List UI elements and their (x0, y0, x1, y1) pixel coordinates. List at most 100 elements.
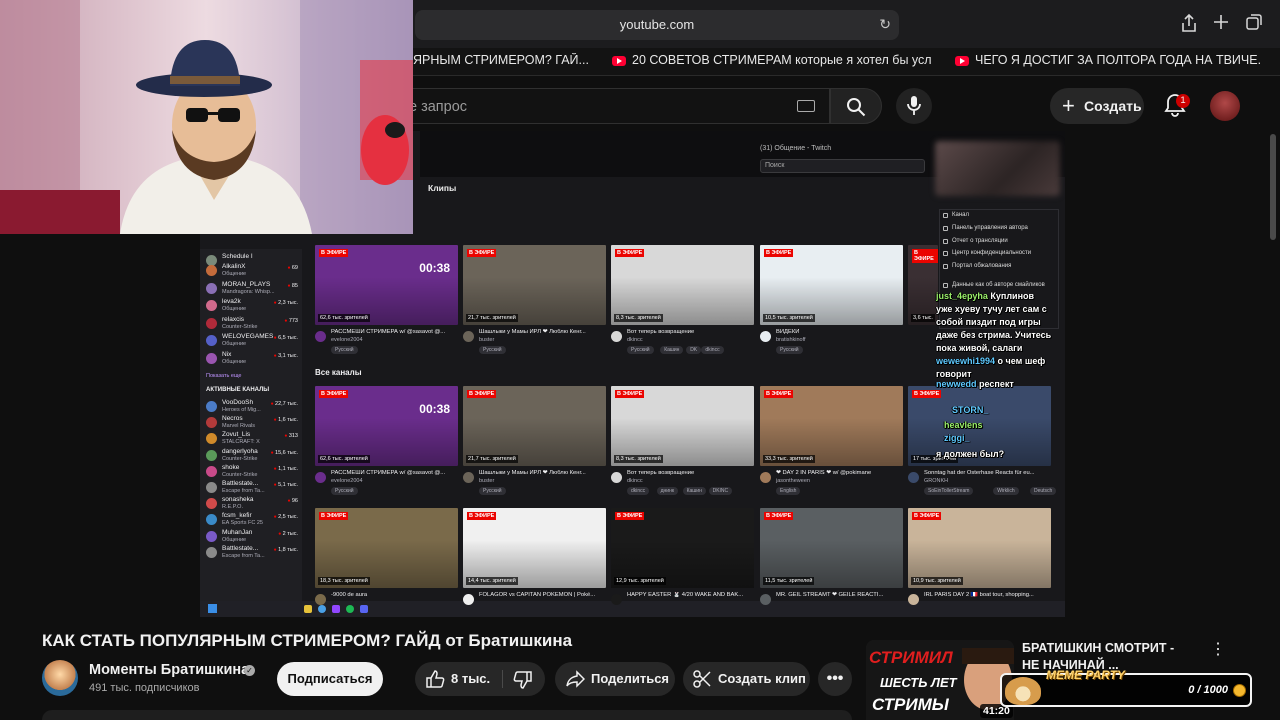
stream-tag[interactable]: Русский (479, 487, 506, 495)
stream-tag[interactable]: dkincc (701, 346, 724, 354)
share-icon[interactable] (1178, 13, 1200, 35)
context-menu-item[interactable]: Центр конфиденциальности (952, 250, 1031, 256)
streamer-avatar[interactable] (760, 331, 771, 342)
streamer-avatar[interactable] (908, 472, 919, 483)
stream-tag[interactable]: Русский (627, 346, 654, 354)
recommended-menu-icon[interactable]: ⋮ (1210, 640, 1226, 660)
stream-tag[interactable]: Deutsch (1030, 487, 1057, 495)
stream-channel[interactable]: evelone2004 (331, 478, 363, 484)
stream-thumbnail[interactable]: В ЭФИРЕ 10,5 тыс. зрителей (760, 245, 903, 325)
description-box[interactable] (42, 710, 852, 720)
stream-thumbnail[interactable]: В ЭФИРЕ 3,6 тыс. (908, 245, 938, 325)
stream-tag[interactable]: днинк (656, 487, 679, 495)
sidebar-channel[interactable]: AlkalinXОбщение 69 (206, 263, 302, 281)
voice-search-button[interactable] (896, 88, 932, 124)
search-input[interactable]: е запрос (390, 88, 830, 124)
context-menu-item[interactable]: Панель управления автора (952, 225, 1028, 231)
chat-username[interactable]: just_4eруhа (936, 291, 988, 301)
show-more-link[interactable]: Показать еще (206, 373, 242, 379)
stream-channel[interactable]: bratishkinoff (776, 337, 806, 343)
stream-title[interactable]: MR. GEIL STREAMT ❤ GEILE REACTI... (776, 592, 906, 598)
sidebar-channel[interactable]: relaxcisCounter-Strike 773 (206, 316, 302, 334)
streamer-avatar[interactable] (611, 472, 622, 483)
stream-thumbnail[interactable]: В ЭФИРЕ 10,9 тыс. зрителей (908, 508, 1051, 588)
stream-thumbnail[interactable]: В ЭФИРЕ 18,3 тыс. зрителей (315, 508, 458, 588)
stream-tag[interactable]: DK (686, 346, 702, 354)
stream-tag[interactable]: Кашин (682, 487, 706, 495)
account-avatar[interactable] (1210, 91, 1240, 121)
stream-title[interactable]: ВИДЕКИ (776, 329, 906, 335)
stream-tag[interactable]: dkincc (627, 487, 650, 495)
context-menu-item[interactable]: Данные как об авторе смайликов (952, 282, 1045, 288)
tab-overview-icon[interactable] (1243, 13, 1265, 35)
stream-thumbnail[interactable]: В ЭФИРЕ 8,3 тыс. зрителей (611, 245, 754, 325)
sidebar-channel[interactable]: NixОбщение 3,1 тыс. (206, 351, 302, 369)
chat-username[interactable]: ziggi_ (944, 433, 970, 443)
stream-thumbnail[interactable]: В ЭФИРЕ 11,5 тыс. зрителей (760, 508, 903, 588)
browser-tab-3[interactable]: ЧЕГО Я ДОСТИГ ЗА ПОЛТОРА ГОДА НА ТВИЧЕ. … (955, 53, 1265, 67)
streamer-avatar[interactable] (760, 472, 771, 483)
stream-tag[interactable]: Русский (331, 487, 358, 495)
streamer-avatar[interactable] (611, 594, 622, 605)
browser-tab-2[interactable]: 20 СОВЕТОВ СТРИМЕРАМ которые я хотел бы … (612, 53, 932, 67)
streamer-avatar[interactable] (315, 331, 326, 342)
scrollbar[interactable] (1270, 134, 1276, 240)
chat-username[interactable]: wewewhi1994 (936, 356, 995, 366)
sidebar-channel[interactable]: leva2kОбщение 2,3 тыс. (206, 298, 302, 316)
like-button[interactable]: 8 тыс. (415, 662, 502, 696)
stream-title[interactable]: FOLAGOR vs CAPITAN POKÉMON | Poké... (479, 592, 609, 598)
stream-title[interactable]: Вот теперь возвращение (627, 470, 757, 476)
stream-thumbnail[interactable]: В ЭФИРЕ 8,3 тыс. зрителей (611, 386, 754, 466)
stream-channel[interactable]: jasontheween (776, 478, 810, 484)
stream-title[interactable]: HAPPY EASTER 🐰 4/20 WAKE AND BAK... (627, 592, 757, 598)
sidebar-channel[interactable]: MORAN_PLAYSMandragora: Whisp... 85 (206, 281, 302, 299)
stream-channel[interactable]: buster (479, 337, 494, 343)
subscribe-button[interactable]: Подписаться (277, 662, 383, 696)
stream-title[interactable]: IRL PARIS DAY 2 🇫🇷 boat tour, shopping..… (924, 592, 1054, 598)
create-button[interactable]: + Создать (1050, 88, 1144, 124)
keyboard-icon[interactable] (797, 100, 815, 112)
stream-tag[interactable]: Wirklich (993, 487, 1019, 495)
streamer-avatar[interactable] (463, 331, 474, 342)
stream-title[interactable]: РАССМЕШИ СТРИМЕРА w/ @sasavot @... (331, 470, 461, 476)
stream-channel[interactable]: dkincc (627, 337, 643, 343)
stream-title[interactable]: РАССМЕШИ СТРИМЕРА w/ @sasavot @... (331, 329, 461, 335)
stream-title[interactable]: -9000 de aura (331, 592, 461, 598)
streamer-avatar[interactable] (760, 594, 771, 605)
dislike-button[interactable] (503, 662, 545, 696)
stream-title[interactable]: Вот теперь возвращение (627, 329, 757, 335)
stream-tag[interactable]: Русский (331, 346, 358, 354)
streamer-avatar[interactable] (463, 472, 474, 483)
address-bar[interactable]: youtube.com ↻ (415, 10, 899, 40)
stream-title[interactable]: Шашлыки у Мамы ИРЛ ❤ Люблю Кенг... (479, 329, 609, 335)
stream-channel[interactable]: GRONKH (924, 478, 948, 484)
context-menu-item[interactable]: Отчет о трансляции (952, 238, 1008, 244)
browser-tab-1[interactable]: ЯРНЫМ СТРИМЕРОМ? ГАЙ... (413, 53, 588, 67)
search-button[interactable] (830, 88, 882, 124)
streamer-avatar[interactable] (315, 472, 326, 483)
stream-tag[interactable]: DKINC (708, 487, 733, 495)
stream-channel[interactable]: dkincc (627, 478, 643, 484)
address-text[interactable]: youtube.com (415, 17, 899, 32)
sidebar-channel[interactable]: Battlestate...Escape from Ta... 1,8 тыс. (206, 545, 302, 563)
share-button[interactable]: Поделиться (555, 662, 675, 696)
stream-tag[interactable]: English (776, 487, 801, 495)
sidebar-channel[interactable]: WELOVEGAMESОбщение 6,5 тыс. (206, 333, 302, 351)
streamer-avatar[interactable] (315, 594, 326, 605)
stream-channel[interactable]: evelone2004 (331, 337, 363, 343)
create-clip-button[interactable]: Создать клип (683, 662, 810, 696)
chat-username[interactable]: heavlens (944, 420, 983, 430)
stream-thumbnail[interactable]: В ЭФИРЕ 62,6 тыс. зрителей 00:38 (315, 245, 458, 325)
stream-thumbnail[interactable]: В ЭФИРЕ 14,4 тыс. зрителей (463, 508, 606, 588)
streamer-avatar[interactable] (611, 331, 622, 342)
stream-thumbnail[interactable]: В ЭФИРЕ 21,7 тыс. зрителей (463, 245, 606, 325)
stream-thumbnail[interactable]: В ЭФИРЕ 21,7 тыс. зрителей (463, 386, 606, 466)
stream-thumbnail[interactable]: В ЭФИРЕ 12,9 тыс. зрителей (611, 508, 754, 588)
stream-tag[interactable]: Кашин (660, 346, 684, 354)
reload-icon[interactable]: ↻ (879, 16, 891, 33)
chat-username[interactable]: STORN_ (952, 405, 988, 415)
channel-avatar[interactable] (42, 660, 78, 696)
streamer-avatar[interactable] (463, 594, 474, 605)
stream-channel[interactable]: buster (479, 478, 494, 484)
stream-tag[interactable]: Русский (479, 346, 506, 354)
